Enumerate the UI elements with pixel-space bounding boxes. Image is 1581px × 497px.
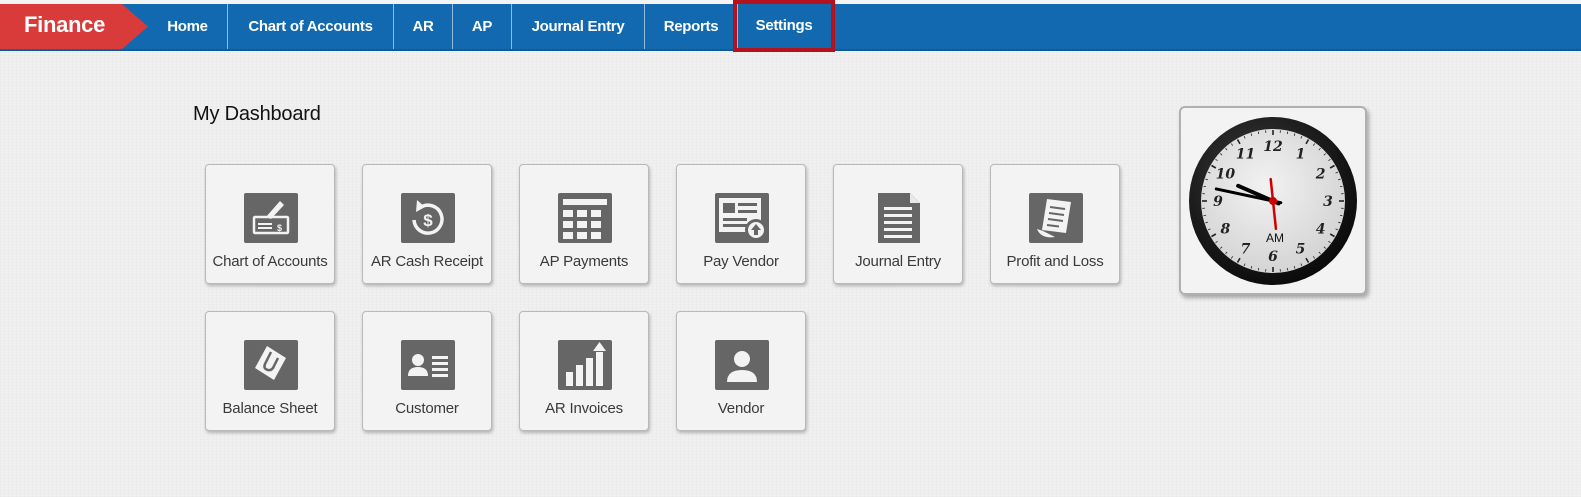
tile-chart-of-accounts[interactable]: $ Chart of Accounts	[205, 164, 335, 284]
clock-tick	[1257, 131, 1260, 135]
tile-journal-entry[interactable]: Journal Entry	[833, 164, 963, 284]
bar-chart-growth-icon	[558, 340, 612, 390]
tile-profit-and-loss[interactable]: Profit and Loss	[990, 164, 1120, 284]
check-icon: $	[244, 193, 298, 243]
document-upload-icon	[715, 193, 769, 243]
svg-text:$: $	[423, 211, 433, 230]
tile-label: AP Payments	[539, 253, 629, 270]
clock-numeral: 5	[1296, 242, 1306, 258]
tile-balance-sheet[interactable]: Balance Sheet	[205, 311, 335, 431]
grid-calculator-icon	[558, 193, 612, 243]
clock-center-pin	[1269, 197, 1277, 205]
clock-numeral: 10	[1216, 167, 1236, 183]
nav-journal-entry[interactable]: Journal Entry	[512, 4, 645, 49]
clock-tick	[1286, 131, 1289, 135]
brand-logo[interactable]: Finance	[0, 4, 148, 49]
clock-period: AM	[1266, 231, 1284, 245]
tile-ap-payments[interactable]: AP Payments	[519, 164, 649, 284]
clock-tick	[1203, 185, 1207, 188]
tile-ar-cash-receipt[interactable]: $ AR Cash Receipt	[362, 164, 492, 284]
clock-numeral: 4	[1316, 222, 1326, 238]
clock-numeral: 12	[1263, 139, 1283, 155]
contact-card-icon	[401, 340, 455, 390]
clock-tick	[1339, 185, 1343, 188]
tile-label: Profit and Loss	[1006, 253, 1104, 270]
tile-label: AR Cash Receipt	[370, 253, 484, 270]
clock-numeral: 7	[1241, 242, 1251, 258]
clock-numeral: 9	[1213, 194, 1223, 210]
nav-ap[interactable]: AP	[453, 4, 512, 49]
clock-numeral: 11	[1236, 146, 1255, 162]
person-icon	[715, 340, 769, 390]
clock-numeral: 1	[1296, 146, 1306, 162]
clock-widget: 12 1 2 3 4 5 6 7 8 9 10 11 AM	[1179, 106, 1367, 295]
clock-numeral: 2	[1315, 167, 1326, 183]
analog-clock: 12 12 3 45 6 78 9 1011 AM	[1189, 117, 1357, 285]
tile-pay-vendor[interactable]: Pay Vendor	[676, 164, 806, 284]
nav-ar[interactable]: AR	[394, 4, 453, 49]
nav-home[interactable]: Home	[148, 4, 228, 49]
tile-label: Balance Sheet	[222, 400, 318, 417]
clock-numeral: 6	[1268, 249, 1278, 265]
clock-tick	[1257, 267, 1260, 271]
clock-numeral: 3	[1323, 194, 1333, 210]
tile-label: Journal Entry	[855, 253, 941, 270]
tile-label: AR Invoices	[545, 400, 623, 417]
tile-label: Vendor	[717, 400, 765, 417]
tile-label: Chart of Accounts	[212, 253, 328, 270]
clock-tick	[1339, 214, 1343, 217]
clock-numeral: 8	[1220, 222, 1230, 238]
dashboard-title: My Dashboard	[193, 103, 321, 125]
nav-reports[interactable]: Reports	[645, 4, 738, 49]
svg-text:$: $	[277, 223, 282, 233]
dollar-refresh-icon: $	[401, 193, 455, 243]
tile-ar-invoices[interactable]: AR Invoices	[519, 311, 649, 431]
tile-label: Customer	[395, 400, 459, 417]
document-lines-icon	[878, 193, 920, 243]
tile-label: Pay Vendor	[703, 253, 779, 270]
tile-customer[interactable]: Customer	[362, 311, 492, 431]
paperclip-card-icon	[244, 340, 298, 390]
clock-tick	[1286, 267, 1289, 271]
receipt-icon	[1029, 193, 1083, 243]
nav-chart-of-accounts[interactable]: Chart of Accounts	[228, 4, 394, 49]
nav-settings[interactable]: Settings	[733, 0, 835, 52]
tile-vendor[interactable]: Vendor	[676, 311, 806, 431]
clock-tick	[1203, 214, 1207, 217]
